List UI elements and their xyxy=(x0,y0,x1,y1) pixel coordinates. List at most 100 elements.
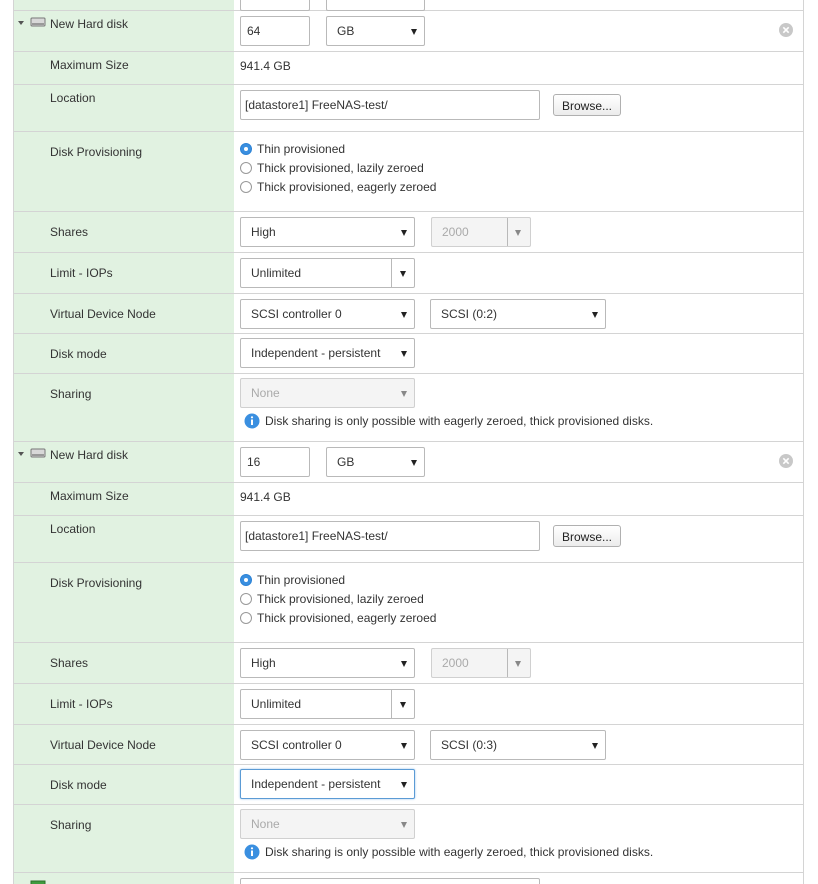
disk-unit-select[interactable]: GB xyxy=(326,447,425,477)
node-value: SCSI (0:2) xyxy=(441,307,498,321)
limit-label: Limit - IOPs xyxy=(50,266,113,280)
disk-size-input[interactable]: 16 xyxy=(240,447,310,477)
dropdown-arrow-icon xyxy=(411,29,417,35)
limit-value: Unlimited xyxy=(251,266,302,280)
node-select[interactable]: SCSI (0:2) xyxy=(430,299,606,329)
disk-size-input[interactable]: 64 xyxy=(240,16,310,46)
location-value: [datastore1] FreeNAS-test/ xyxy=(245,98,388,112)
location-row: Location [datastore1] FreeNAS-test/ Brow… xyxy=(14,516,803,563)
radio-icon[interactable] xyxy=(240,181,252,193)
radio-label: Thin provisioned xyxy=(257,142,346,156)
sharing-info-text: Disk sharing is only possible with eager… xyxy=(265,845,654,859)
hard-disk-icon xyxy=(30,17,46,27)
radio-icon[interactable] xyxy=(240,593,252,605)
location-value: [datastore1] FreeNAS-test/ xyxy=(245,529,388,543)
disk-unit-select[interactable]: GB xyxy=(326,16,425,46)
radio-selected-icon[interactable] xyxy=(240,143,252,155)
previous-size-input[interactable] xyxy=(240,0,310,11)
scsi-controller-icon xyxy=(30,880,46,884)
dropdown-arrow-icon xyxy=(515,661,521,667)
shares-select[interactable]: High xyxy=(240,648,415,678)
provisioning-label: Disk Provisioning xyxy=(50,576,143,590)
sharing-select: None xyxy=(240,378,415,408)
limit-combo[interactable]: Unlimited xyxy=(240,689,415,719)
max-size-label: Maximum Size xyxy=(50,58,129,72)
previous-device-row xyxy=(14,0,803,11)
sharing-label: Sharing xyxy=(50,387,92,401)
sharing-value: None xyxy=(251,386,280,400)
hardware-settings-panel: New Hard disk 64 GB Maximum Size 941.4 G… xyxy=(13,0,804,884)
dropdown-arrow-icon xyxy=(411,460,417,466)
controller-select[interactable]: SCSI controller 0 xyxy=(240,730,415,760)
divider xyxy=(391,690,392,718)
max-size-value: 941.4 GB xyxy=(240,59,291,73)
max-size-value: 941.4 GB xyxy=(240,490,291,504)
disk-mode-select[interactable]: Independent - persistent xyxy=(240,769,415,799)
disk-header-row: New Hard disk 16 GB xyxy=(14,442,803,483)
remove-disk-icon[interactable] xyxy=(779,23,793,37)
limit-row: Limit - IOPs Unlimited xyxy=(14,684,803,725)
limit-combo[interactable]: Unlimited xyxy=(240,258,415,288)
location-label: Location xyxy=(50,522,96,536)
radio-label: Thin provisioned xyxy=(257,573,346,587)
disk-mode-row: Disk mode Independent - persistent xyxy=(14,334,803,374)
provisioning-row: Disk Provisioning Thin provisioned Thick… xyxy=(14,563,803,643)
disk-mode-select[interactable]: Independent - persistent xyxy=(240,338,415,368)
vdn-label: Virtual Device Node xyxy=(50,307,156,321)
shares-row: Shares High 2000 xyxy=(14,643,803,684)
location-label: Location xyxy=(50,91,96,105)
node-select[interactable]: SCSI (0:3) xyxy=(430,730,606,760)
sharing-value: None xyxy=(251,817,280,831)
disk-size-value: 16 xyxy=(247,455,261,469)
radio-label: Thick provisioned, lazily zeroed xyxy=(257,592,424,606)
controller-value: SCSI controller 0 xyxy=(251,738,342,752)
remove-disk-icon[interactable] xyxy=(779,454,793,468)
shares-number-input: 2000 xyxy=(431,648,531,678)
disk-unit-value: GB xyxy=(337,455,355,469)
radio-selected-icon[interactable] xyxy=(240,574,252,586)
browse-button[interactable]: Browse... xyxy=(553,525,622,547)
disk-mode-value: Independent - persistent xyxy=(251,346,381,360)
location-input[interactable]: [datastore1] FreeNAS-test/ xyxy=(240,521,540,551)
disk-size-value: 64 xyxy=(247,24,261,38)
divider xyxy=(391,259,392,287)
next-device-input[interactable] xyxy=(240,878,540,884)
disk-header-row: New Hard disk 64 GB xyxy=(14,11,803,52)
sharing-select: None xyxy=(240,809,415,839)
location-input[interactable]: [datastore1] FreeNAS-test/ xyxy=(240,90,540,120)
sharing-info-text: Disk sharing is only possible with eager… xyxy=(265,414,654,428)
dropdown-arrow-icon xyxy=(401,743,407,749)
vdn-row: Virtual Device Node SCSI controller 0 SC… xyxy=(14,294,803,334)
previous-unit-select[interactable] xyxy=(326,0,425,11)
limit-value: Unlimited xyxy=(251,697,302,711)
radio-label: Thick provisioned, eagerly zeroed xyxy=(257,611,437,625)
radio-label: Thick provisioned, eagerly zeroed xyxy=(257,180,437,194)
next-device-row xyxy=(14,873,803,884)
dropdown-arrow-icon xyxy=(592,312,598,318)
dropdown-arrow-icon xyxy=(401,782,407,788)
info-icon xyxy=(244,844,260,860)
vdn-label: Virtual Device Node xyxy=(50,738,156,752)
collapse-arrow-icon[interactable] xyxy=(18,21,24,25)
radio-label: Thick provisioned, lazily zeroed xyxy=(257,161,424,175)
browse-button[interactable]: Browse... xyxy=(553,94,622,116)
dropdown-arrow-icon xyxy=(401,391,407,397)
sharing-row: Sharing None Disk sharing is only possib… xyxy=(14,374,803,442)
vdn-row: Virtual Device Node SCSI controller 0 SC… xyxy=(14,725,803,765)
radio-icon[interactable] xyxy=(240,612,252,624)
dropdown-arrow-icon xyxy=(401,822,407,828)
shares-number-input: 2000 xyxy=(431,217,531,247)
max-size-label: Maximum Size xyxy=(50,489,129,503)
shares-select[interactable]: High xyxy=(240,217,415,247)
collapse-arrow-icon[interactable] xyxy=(18,452,24,456)
dropdown-arrow-icon[interactable] xyxy=(400,702,406,708)
controller-select[interactable]: SCSI controller 0 xyxy=(240,299,415,329)
dropdown-arrow-icon[interactable] xyxy=(400,271,406,277)
max-size-row: Maximum Size 941.4 GB xyxy=(14,52,803,85)
limit-row: Limit - IOPs Unlimited xyxy=(14,253,803,294)
disk-title: New Hard disk xyxy=(50,448,129,462)
sharing-row: Sharing None Disk sharing is only possib… xyxy=(14,805,803,873)
limit-label: Limit - IOPs xyxy=(50,697,113,711)
shares-row: Shares High 2000 xyxy=(14,212,803,253)
radio-icon[interactable] xyxy=(240,162,252,174)
